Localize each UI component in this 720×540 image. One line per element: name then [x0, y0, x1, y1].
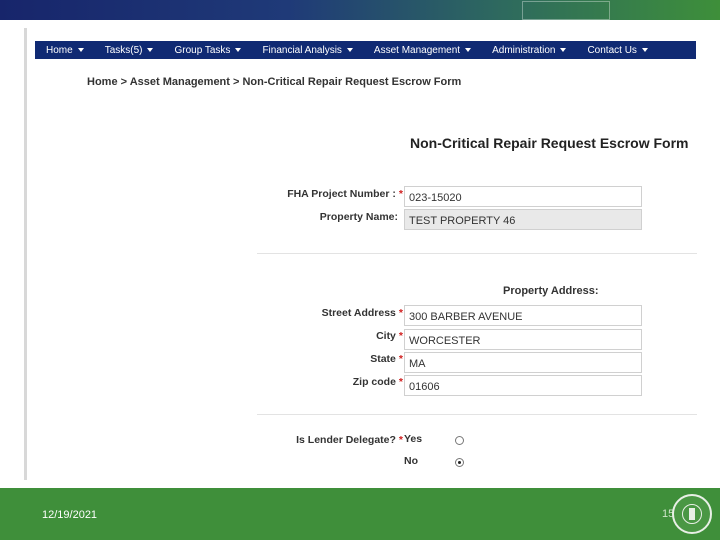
divider [257, 253, 697, 254]
chevron-down-icon [147, 48, 154, 52]
chevron-down-icon [77, 48, 84, 52]
property-name-field: TEST PROPERTY 46 [404, 209, 642, 230]
chevron-down-icon [465, 48, 472, 52]
street-address-label: Street Address * [321, 307, 403, 319]
lender-delegate-label: Is Lender Delegate? * [296, 434, 403, 446]
state-label: State * [370, 353, 403, 365]
fha-project-number-field[interactable]: 023-15020 [404, 186, 642, 207]
main-navbar: Home Tasks(5) Group Tasks Financial Anal… [35, 41, 696, 59]
no-option-label: No [404, 455, 418, 467]
city-field[interactable]: WORCESTER [404, 329, 642, 350]
screenshot-frame: Home Tasks(5) Group Tasks Financial Anal… [24, 28, 703, 480]
required-marker: * [398, 307, 403, 319]
nav-group-tasks[interactable]: Group Tasks [163, 45, 251, 56]
yes-option-label: Yes [404, 433, 423, 445]
chevron-down-icon [641, 48, 648, 52]
slide-top-band [0, 0, 720, 20]
nav-home[interactable]: Home [35, 45, 94, 56]
hud-logo-watermark [522, 1, 610, 20]
city-label: City * [376, 330, 403, 342]
street-address-field[interactable]: 300 BARBER AVENUE [404, 305, 642, 326]
chevron-down-icon [560, 48, 567, 52]
yes-radio[interactable] [455, 436, 464, 445]
footer-date: 12/19/2021 [42, 509, 98, 521]
hud-seal-icon [672, 494, 712, 534]
divider [257, 414, 697, 415]
nav-administration[interactable]: Administration [481, 45, 576, 56]
nav-asset-management[interactable]: Asset Management [363, 45, 481, 56]
required-marker: * [398, 434, 403, 446]
chevron-down-icon [235, 48, 242, 52]
required-marker: * [398, 376, 403, 388]
zip-code-field[interactable]: 01606 [404, 375, 642, 396]
zip-code-label: Zip code * [352, 376, 403, 388]
required-marker: * [398, 330, 403, 342]
nav-tasks[interactable]: Tasks(5) [94, 45, 164, 56]
required-marker: * [398, 188, 403, 200]
chevron-down-icon [346, 48, 353, 52]
required-marker: * [398, 353, 403, 365]
nav-contact-us[interactable]: Contact Us [576, 45, 657, 56]
property-name-label: Property Name: [319, 211, 398, 223]
breadcrumb: Home > Asset Management > Non-Critical R… [87, 76, 462, 88]
fha-project-number-label: FHA Project Number : * [287, 188, 403, 200]
no-radio[interactable] [455, 458, 464, 467]
state-field[interactable]: MA [404, 352, 642, 373]
property-address-heading: Property Address: [503, 285, 599, 297]
form-title: Non-Critical Repair Request Escrow Form [410, 135, 689, 151]
slide-footer: 12/19/2021 15 [0, 488, 720, 540]
nav-financial-analysis[interactable]: Financial Analysis [251, 45, 362, 56]
